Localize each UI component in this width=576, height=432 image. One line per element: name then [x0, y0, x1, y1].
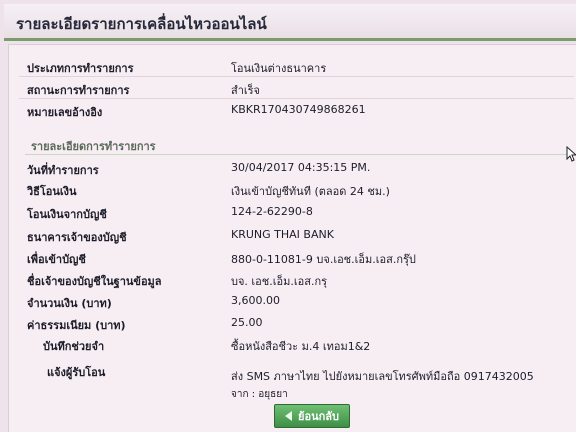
page-header: รายละเอียดรายการเคลื่อนไหวออนไลน์ — [4, 4, 576, 41]
summary-label: หมายเลขอ้างอิง — [27, 106, 103, 119]
divider — [19, 98, 574, 99]
detail-value: ซื้อหนังสือชีวะ ม.4 เทอม1&2 — [231, 340, 371, 353]
transaction-card: ประเภทการทำรายการ โอนเงินต่างธนาคาร สถาน… — [8, 44, 576, 432]
back-button-label: ย้อนกลับ — [298, 410, 339, 423]
detail-value: 30/04/2017 04:35:15 PM. — [231, 161, 371, 174]
notify-value-group: ส่ง SMS ภาษาไทย ไปยังหมายเลขโทรศัพท์มือถ… — [231, 367, 534, 402]
notify-value: ส่ง SMS ภาษาไทย ไปยังหมายเลขโทรศัพท์มือถ… — [231, 370, 534, 383]
detail-value: เงินเข้าบัญชีทันที (ตลอด 24 ชม.) — [231, 185, 390, 198]
section-divider — [25, 154, 573, 155]
detail-label: ธนาคารเจ้าของบัญชี — [27, 231, 127, 244]
detail-label: จำนวนเงิน (บาท) — [27, 297, 112, 310]
summary-value: โอนเงินต่างธนาคาร — [231, 62, 327, 75]
summary-value: KBKR170430749868261 — [231, 103, 366, 116]
detail-label: บันทึกช่วยจำ — [43, 340, 105, 353]
notify-from: จาก : อยุธยา — [231, 389, 288, 400]
detail-value: 880-0-11081-9 บจ.เอช.เอ็ม.เอส.กรุ๊ป — [231, 253, 416, 266]
detail-label: ชื่อเจ้าของบัญชีในฐานข้อมูล — [27, 275, 162, 288]
detail-label: เพื่อเข้าบัญชี — [27, 253, 86, 266]
divider — [19, 76, 574, 77]
detail-value: บจ. เอช.เอ็ม.เอส.กรุ — [231, 275, 328, 288]
arrow-left-icon — [285, 411, 293, 421]
detail-label: ค่าธรรมเนียม (บาท) — [27, 319, 126, 332]
detail-label: โอนเงินจากบัญชี — [27, 208, 107, 221]
details-section-title: รายละเอียดการทำรายการ — [31, 140, 156, 153]
detail-value: 25.00 — [231, 316, 263, 329]
detail-label: วิธีโอนเงิน — [27, 185, 77, 198]
summary-label: ประเภทการทำรายการ — [27, 62, 134, 75]
summary-label: สถานะการทำรายการ — [27, 84, 130, 97]
detail-value: 3,600.00 — [231, 294, 280, 307]
back-button[interactable]: ย้อนกลับ — [274, 404, 350, 428]
detail-value: 124-2-62290-8 — [231, 205, 313, 218]
detail-label: วันที่ทำรายการ — [27, 164, 99, 177]
page-title: รายละเอียดรายการเคลื่อนไหวออนไลน์ — [16, 15, 267, 33]
summary-value: สำเร็จ — [231, 84, 261, 97]
mouse-cursor-icon — [566, 146, 576, 162]
detail-value: KRUNG THAI BANK — [231, 228, 334, 241]
online-transaction-detail-page: รายละเอียดรายการเคลื่อนไหวออนไลน์ ประเภท… — [0, 0, 576, 432]
notify-label: แจ้งผู้รับโอน — [47, 366, 106, 379]
